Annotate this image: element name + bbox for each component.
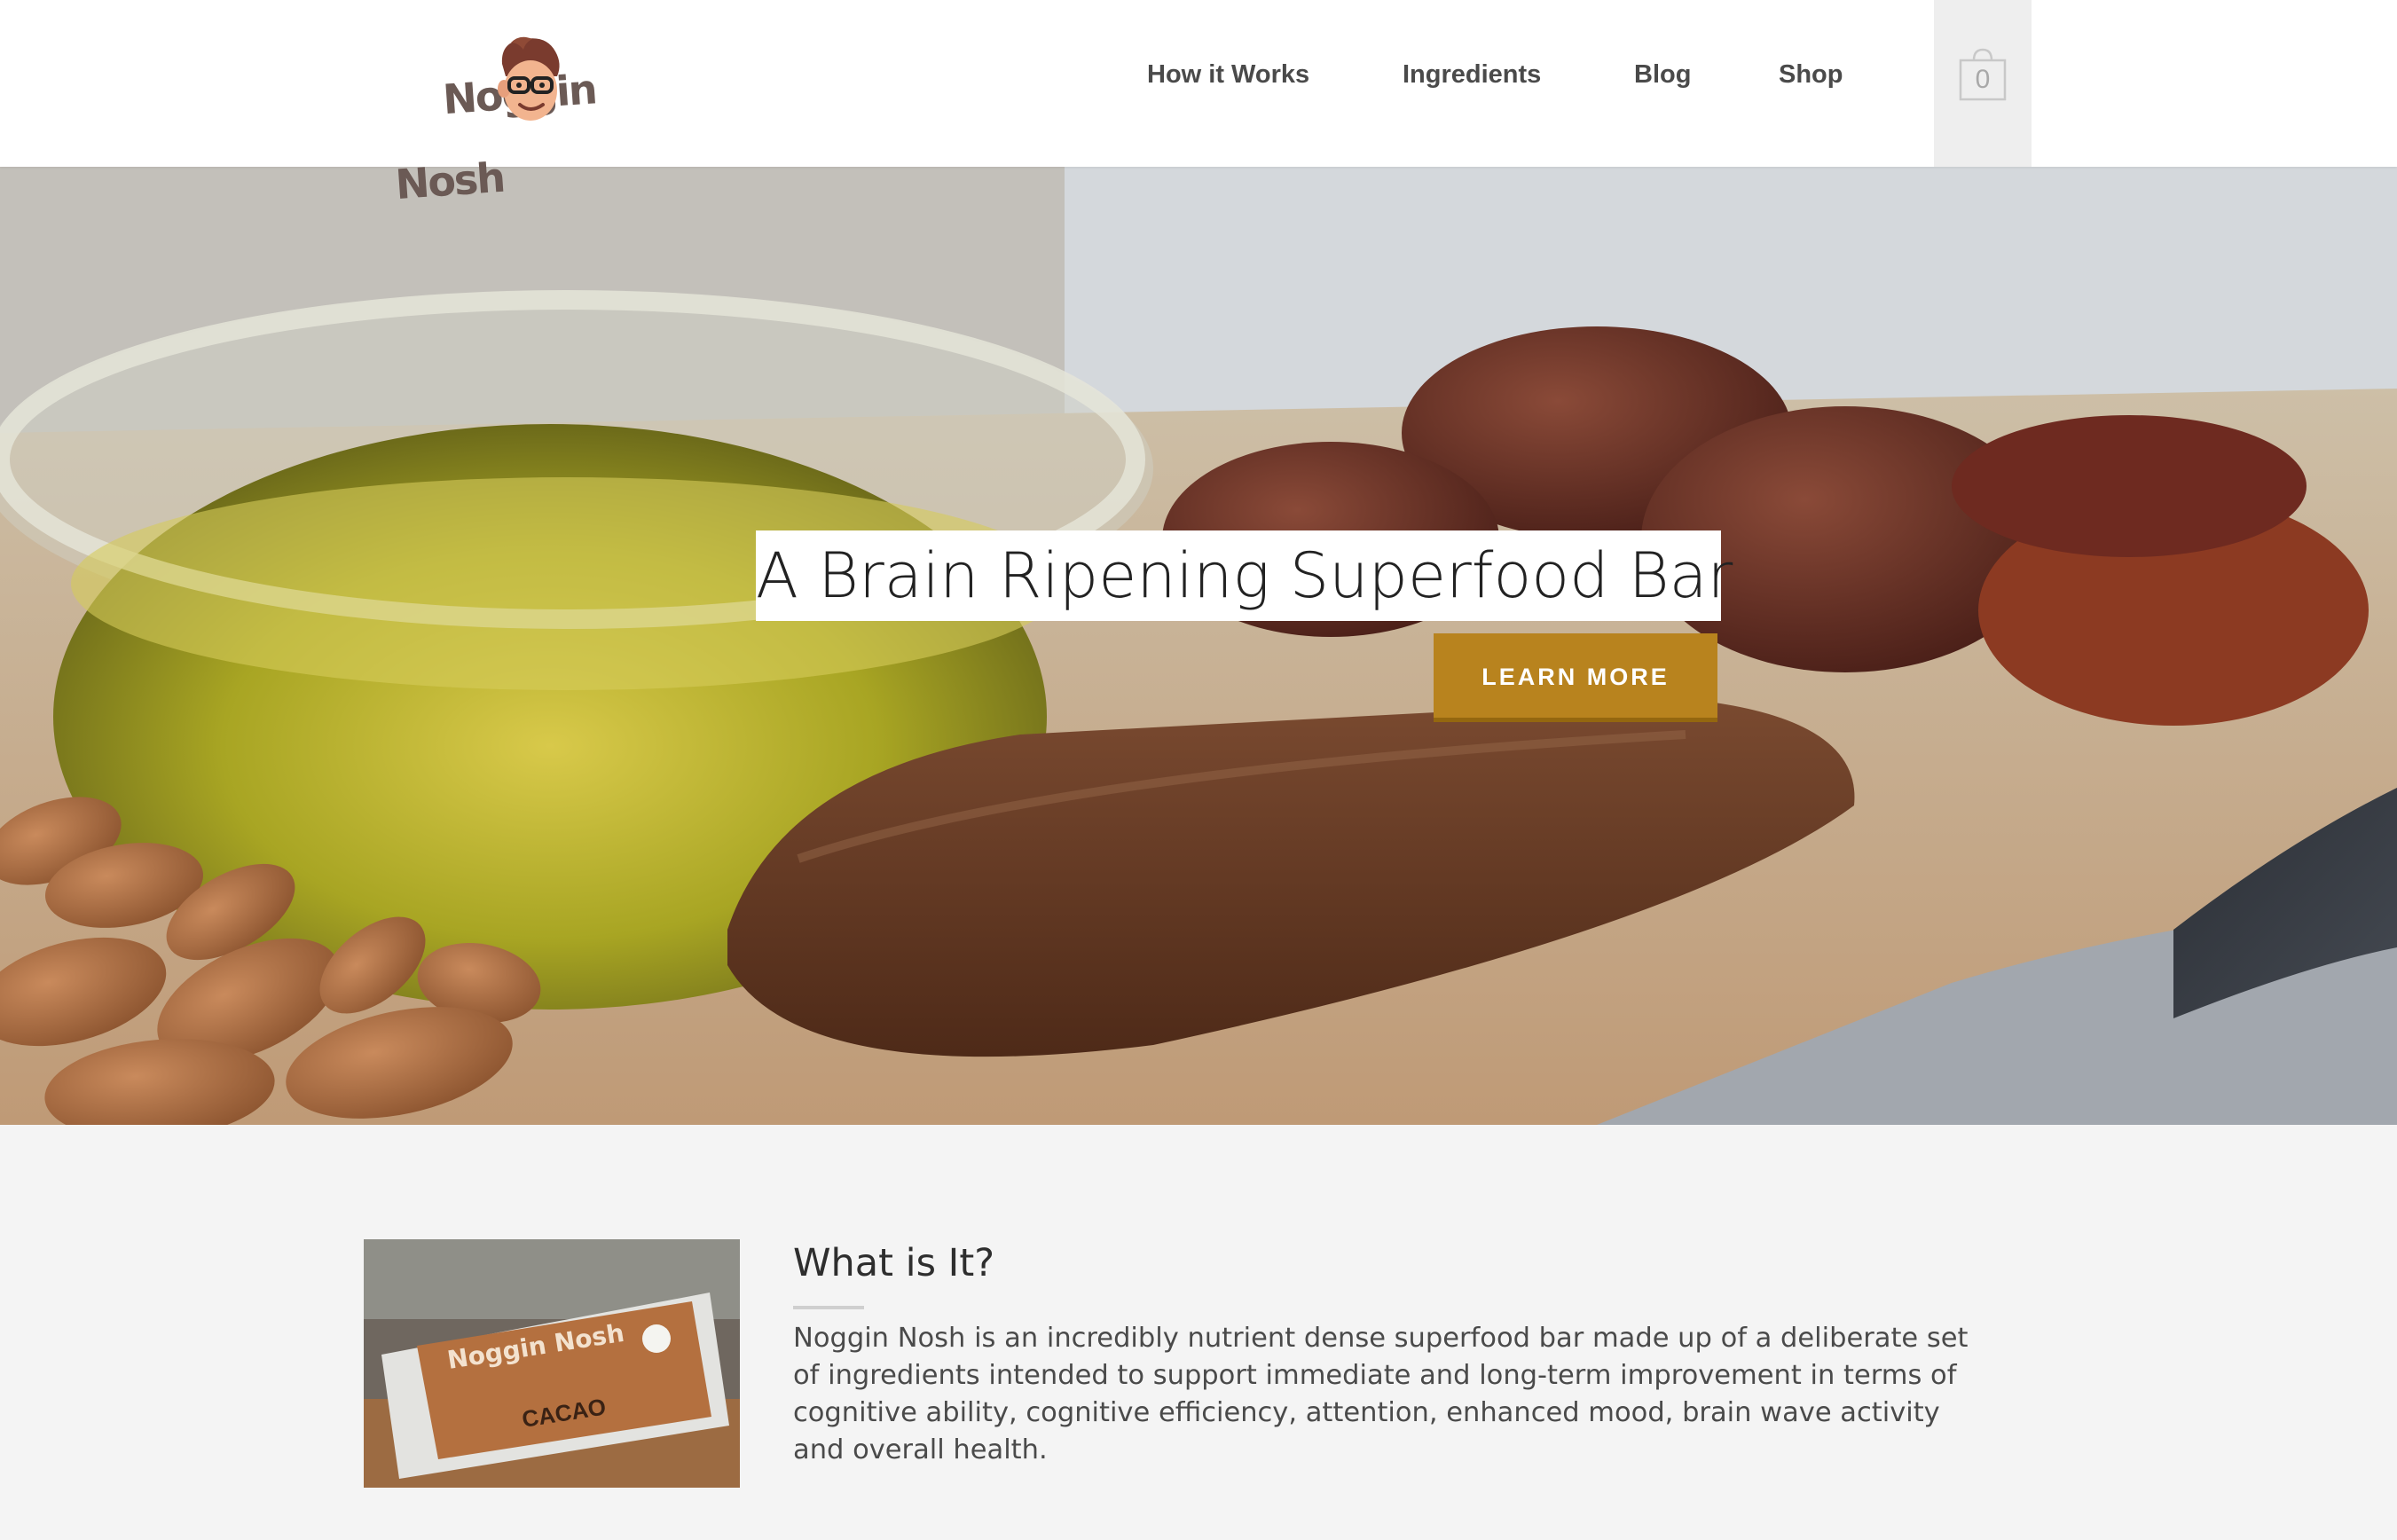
hero-banner: A Brain Ripening Superfood Bar LEARN MOR… [0,167,2397,1125]
mascot-face-icon [498,36,560,121]
learn-more-button[interactable]: LEARN MORE [1434,633,1717,722]
section-heading: What is It? [793,1241,995,1285]
nav-item-shop[interactable]: Shop [1779,55,1843,94]
site-header: Noggin Nosh How it Works Ingredients Blo… [0,0,2397,208]
nav-item-ingredients[interactable]: Ingredients [1403,55,1541,94]
product-image: Noggin Nosh CACAO [364,1239,740,1488]
brand-logo[interactable]: Noggin Nosh [373,20,597,208]
cart-count: 0 [1975,65,1991,94]
hero-title: A Brain Ripening Superfood Bar [756,539,1733,612]
heading-divider [793,1306,864,1309]
brand-logo-text: Noggin Nosh [365,28,609,287]
product-photo: Noggin Nosh CACAO [364,1239,740,1488]
cart-button[interactable]: 0 [1934,0,2032,167]
hero-title-box: A Brain Ripening Superfood Bar [756,530,1733,621]
nav-item-blog[interactable]: Blog [1634,55,1691,94]
brand-name-line2: Nosh [393,153,506,209]
hero-background-image [0,167,2397,1125]
section-body-text: Noggin Nosh is an incredibly nutrient de… [793,1323,1969,1465]
nav-item-how-it-works[interactable]: How it Works [1147,55,1309,94]
